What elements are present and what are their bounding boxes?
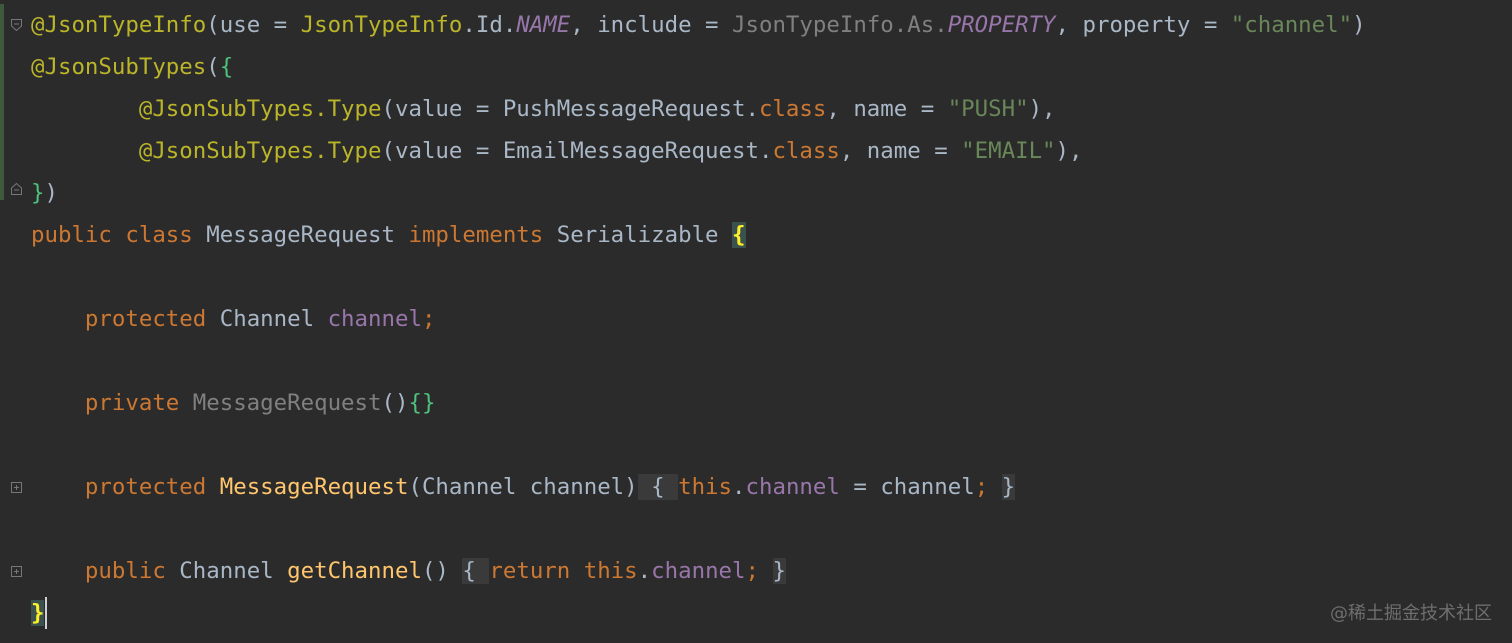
code-token: public class — [31, 222, 207, 248]
code-token: (value = EmailMessageRequest. — [381, 138, 773, 164]
code-token: { — [219, 54, 234, 80]
code-token: ; — [974, 474, 989, 500]
code-line[interactable]: protected Channel channel; — [31, 298, 436, 340]
code-token: private — [84, 390, 193, 416]
code-token: implements — [408, 222, 557, 248]
code-token: MessageRequest — [192, 390, 382, 416]
code-token: MessageRequest — [206, 222, 409, 248]
code-token: ), — [1055, 138, 1083, 164]
code-line[interactable]: protected MessageRequest(Channel channel… — [31, 466, 1016, 508]
code-token: @JsonSubTypes.Type — [138, 138, 382, 164]
code-token: this — [678, 474, 733, 500]
code-token: JsonTypeInfo.As. — [732, 12, 948, 38]
code-token: "EMAIL" — [961, 138, 1056, 164]
text-caret — [45, 597, 47, 629]
code-token: , property = — [1055, 12, 1231, 38]
code-token: @JsonSubTypes — [31, 54, 207, 80]
code-token: class — [772, 138, 840, 164]
code-line[interactable]: public Channel getChannel() { return thi… — [31, 550, 786, 592]
code-token: ) — [44, 180, 58, 206]
code-token: .Id. — [462, 12, 517, 38]
code-line[interactable]: @JsonSubTypes.Type(value = PushMessageRe… — [31, 88, 1056, 130]
code-token: ; — [421, 306, 436, 332]
code-token: = channel — [839, 474, 975, 500]
code-token: PROPERTY — [947, 12, 1056, 38]
code-token: getChannel — [287, 558, 422, 584]
code-token: channel — [745, 474, 840, 500]
code-token: @JsonSubTypes.Type — [138, 96, 382, 122]
code-token: , name = — [839, 138, 962, 164]
code-token: } — [31, 180, 45, 206]
folded-region[interactable]: } — [1001, 474, 1016, 500]
code-token: {} — [408, 390, 436, 416]
code-token: channel — [327, 306, 422, 332]
code-line[interactable]: @JsonSubTypes({ — [31, 46, 233, 88]
code-token: channel — [651, 558, 746, 584]
code-token: Serializable — [556, 222, 733, 248]
code-token: ; — [745, 558, 760, 584]
code-token: JsonTypeInfo — [300, 12, 463, 38]
code-token: @JsonTypeInfo — [31, 12, 207, 38]
code-token: , include = — [570, 12, 732, 38]
code-token: (Channel channel) — [408, 474, 638, 500]
code-token: "PUSH" — [947, 96, 1029, 122]
code-token: . — [637, 558, 652, 584]
code-line[interactable]: } — [31, 592, 45, 634]
code-token: ), — [1028, 96, 1056, 122]
folded-region[interactable]: { — [462, 558, 490, 584]
code-token: { — [732, 222, 746, 248]
vcs-change-marker — [0, 4, 4, 200]
code-token: ) — [1352, 12, 1366, 38]
code-token: Channel — [179, 558, 288, 584]
watermark: @稀土掘金技术社区 — [1330, 603, 1492, 624]
code-line[interactable]: @JsonSubTypes.Type(value = EmailMessageR… — [31, 130, 1083, 172]
editor-gutter — [0, 0, 28, 643]
code-token: "channel" — [1230, 12, 1353, 38]
code-token: class — [758, 96, 827, 122]
code-token: return this — [489, 558, 638, 584]
code-token: (value = PushMessageRequest. — [381, 96, 759, 122]
code-line[interactable]: private MessageRequest(){} — [31, 382, 436, 424]
code-token: protected — [84, 306, 220, 332]
code-area[interactable]: @JsonTypeInfo(use = JsonTypeInfo.Id.NAME… — [31, 0, 1512, 643]
code-line[interactable]: }) — [31, 172, 58, 214]
fold-end-icon[interactable] — [11, 183, 22, 195]
code-token: () — [381, 390, 409, 416]
code-editor[interactable]: @JsonTypeInfo(use = JsonTypeInfo.Id.NAME… — [0, 0, 1512, 643]
code-token: } — [31, 600, 45, 626]
code-token: (use = — [206, 12, 301, 38]
code-token: MessageRequest — [219, 474, 409, 500]
folded-region[interactable]: { — [637, 474, 679, 500]
code-line[interactable]: public class MessageRequest implements S… — [31, 214, 746, 256]
code-token: Channel — [219, 306, 328, 332]
fold-expand-icon[interactable] — [11, 482, 22, 493]
code-line[interactable]: @JsonTypeInfo(use = JsonTypeInfo.Id.NAME… — [31, 4, 1366, 46]
code-token: , name = — [826, 96, 948, 122]
code-token: . — [732, 474, 746, 500]
code-token: () — [421, 558, 449, 584]
code-token: protected — [84, 474, 220, 500]
folded-region[interactable]: } — [772, 558, 786, 584]
code-token: NAME — [516, 12, 571, 38]
code-token: public — [84, 558, 180, 584]
fold-collapse-icon[interactable] — [11, 19, 22, 31]
fold-expand-icon[interactable] — [11, 566, 22, 577]
code-token: ( — [206, 54, 220, 80]
